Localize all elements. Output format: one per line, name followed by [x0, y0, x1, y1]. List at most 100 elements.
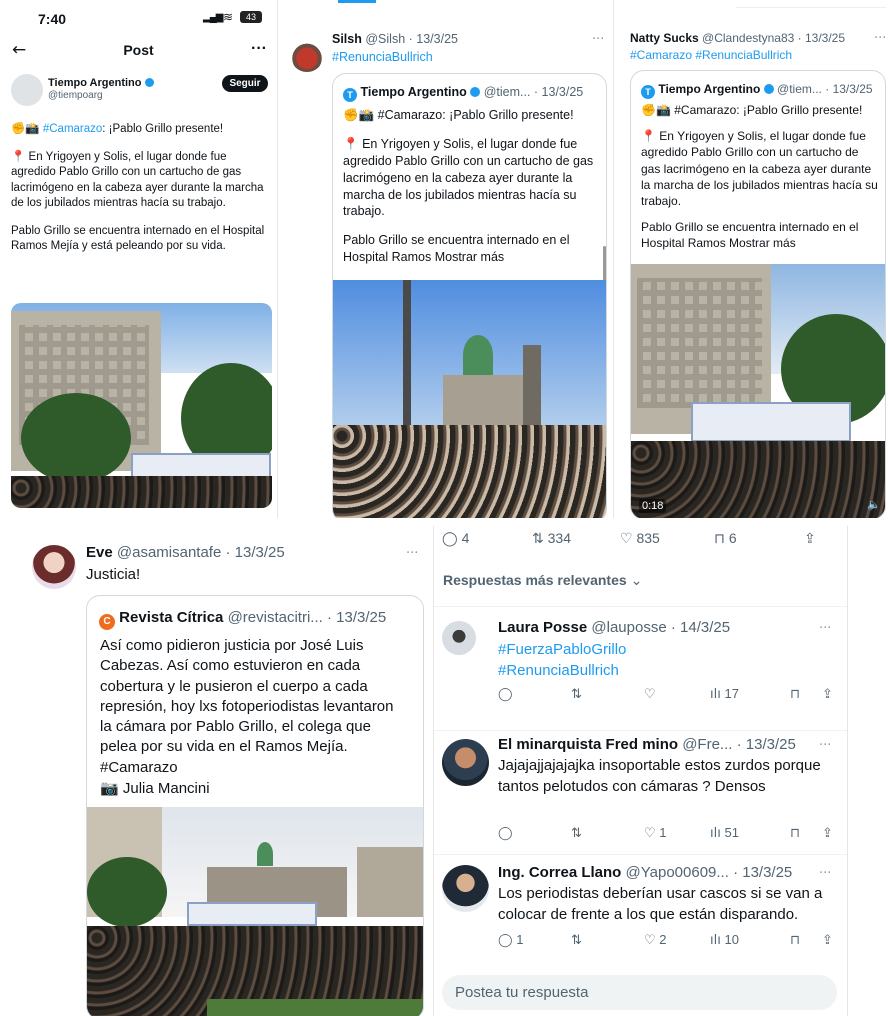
repost-action[interactable]: ⇅ 334	[532, 530, 620, 547]
avatar[interactable]	[290, 38, 324, 72]
avatar[interactable]	[442, 865, 489, 912]
like-icon: ♡	[620, 531, 633, 547]
reply-icon: ◯	[498, 687, 513, 702]
reply-button[interactable]: ◯	[498, 825, 571, 841]
quote-text: ✊📸 #Camarazo: ¡Pablo Grillo presente! 📍 …	[343, 107, 605, 266]
share-icon[interactable]: ⇪	[822, 826, 833, 841]
hashtag-renunciabullrich[interactable]: #RenunciaBullrich	[498, 660, 626, 681]
avatar[interactable]	[32, 545, 76, 589]
repost-button[interactable]: ⇅	[571, 686, 644, 702]
hashtag-camarazo[interactable]: #Camarazo	[43, 123, 102, 135]
hashtag-renunciabullrich[interactable]: #RenunciaBullrich	[332, 50, 433, 64]
more-dots-icon[interactable]: ···	[819, 738, 831, 753]
author-row: Natty Sucks @Clandestyna83 · 13/3/25	[630, 31, 845, 45]
post-date: · 13/3/25	[797, 31, 846, 45]
reply-author-name[interactable]: Ing. Correa Llano	[498, 864, 621, 881]
reply-author-name[interactable]: Laura Posse	[498, 619, 587, 636]
reply-item[interactable]: Ing. Correa Llano @Yapo00609... · 13/3/2…	[434, 855, 847, 973]
quote-photo[interactable]	[333, 280, 606, 518]
more-dots-icon[interactable]: ···	[874, 31, 886, 46]
bookmark-button[interactable]: ⊓	[790, 825, 822, 841]
post-text: ✊📸 #Camarazo: ¡Pablo Grillo presente! 📍 …	[11, 122, 273, 255]
views-button[interactable]: ılı 10	[710, 932, 790, 948]
hashtags[interactable]: #Camarazo #RenunciaBullrich	[630, 48, 792, 62]
bookmark-button[interactable]: ⊓	[790, 686, 822, 702]
like-button[interactable]: ♡ 1	[644, 825, 710, 841]
post-photo[interactable]	[11, 303, 272, 508]
reply-author-name[interactable]: El minarquista Fred mino	[498, 736, 678, 753]
quoted-tweet[interactable]: T Tiempo Argentino @tiem... · 13/3/25 ✊📸…	[630, 70, 886, 518]
reply-item[interactable]: El minarquista Fred mino @Fre... · 13/3/…	[434, 731, 847, 855]
avatar[interactable]	[442, 739, 489, 786]
repost-button[interactable]: ⇅	[571, 932, 644, 948]
reply-action[interactable]: ◯ 4	[442, 530, 532, 547]
quote-video[interactable]: 0:18 🔈	[631, 264, 885, 518]
eve-post: Eve @asamisantafe · 13/3/25 ··· Justicia…	[20, 533, 430, 1016]
views-count: 51	[724, 825, 739, 840]
like-button[interactable]: ♡	[644, 686, 710, 702]
natty-post: Natty Sucks @Clandestyna83 · 13/3/25 ···…	[616, 0, 888, 518]
author-name[interactable]: Eve	[86, 544, 113, 561]
repost-count: 334	[547, 530, 571, 546]
like-action[interactable]: ♡ 835	[620, 530, 714, 547]
hashtag-fuerzapablogrillo[interactable]: #FuerzaPabloGrillo	[498, 639, 626, 660]
share-icon[interactable]: ⇪	[822, 933, 833, 948]
avatar[interactable]	[11, 74, 43, 106]
author-row: Eve @asamisantafe · 13/3/25	[86, 544, 285, 561]
quote-author-row: C Revista Cítrica @revistacitri... · 13/…	[99, 609, 386, 630]
top-toolbar-partial	[736, 0, 886, 8]
like-count: 1	[659, 825, 667, 840]
follow-button[interactable]: Seguir	[222, 75, 268, 92]
photo-credit: 📷 Julia Mancini	[100, 779, 210, 797]
fist-icon: ✊📸	[11, 123, 40, 135]
reply-input[interactable]: Postea tu respuesta	[442, 975, 837, 1010]
replies-sort-dropdown[interactable]: Respuestas más relevantes ⌄	[443, 572, 642, 589]
wifi-icon: ≋	[223, 10, 234, 24]
views-button[interactable]: ılı 17	[710, 686, 790, 702]
tweet-para1: 📍 En Yrigoyen y Solis, el lugar donde fu…	[11, 150, 273, 212]
more-dots-icon[interactable]: ···	[819, 621, 831, 636]
author-name[interactable]: Silsh	[332, 32, 362, 46]
bookmark-icon: ⊓	[790, 826, 801, 841]
verified-badge-icon	[144, 78, 154, 87]
share-icon[interactable]: ⇪	[822, 687, 833, 702]
quote-photo[interactable]	[87, 807, 423, 1016]
tweet-line1: ✊📸 #Camarazo: ¡Pablo Grillo presente!	[11, 122, 273, 138]
like-button[interactable]: ♡ 2	[644, 932, 710, 948]
quote-text: Así como pidieron justicia por José Luis…	[100, 637, 394, 776]
repost-button[interactable]: ⇅	[571, 825, 644, 841]
post-date: · 13/3/25	[408, 32, 458, 46]
author-name[interactable]: Tiempo Argentino	[48, 77, 142, 89]
author-handle: @Clandestyna83	[702, 31, 795, 45]
quoted-tweet[interactable]: C Revista Cítrica @revistacitri... · 13/…	[86, 595, 424, 1016]
avatar[interactable]	[442, 621, 476, 655]
more-dots-icon[interactable]: ···	[592, 32, 604, 47]
silsh-post: Silsh @Silsh · 13/3/25 ··· #RenunciaBull…	[280, 0, 614, 518]
volume-icon[interactable]: 🔈	[867, 498, 881, 511]
bookmark-action[interactable]: ⊓ 6	[714, 530, 804, 547]
reply-item[interactable]: Laura Posse @lauposse · 14/3/25 ··· #Fue…	[434, 607, 847, 731]
more-dots-icon[interactable]: ···	[251, 40, 267, 58]
more-dots-icon[interactable]: ···	[406, 546, 418, 561]
like-icon: ♡	[644, 933, 656, 948]
reply-count: 4	[461, 530, 470, 546]
quoted-tweet[interactable]: T Tiempo Argentino @tiem... · 13/3/25 ✊📸…	[332, 73, 607, 518]
quote-author-handle: @tiem...	[483, 85, 531, 99]
bookmark-button[interactable]: ⊓	[790, 932, 822, 948]
quote-line1-text: #Camarazo: ¡Pablo Grillo presente!	[377, 108, 574, 122]
share-icon[interactable]: ⇪	[804, 531, 816, 547]
reply-button[interactable]: ◯ 1	[498, 932, 571, 948]
author-name[interactable]: Natty Sucks	[630, 31, 699, 45]
more-dots-icon[interactable]: ···	[819, 866, 831, 881]
author-row: Ing. Correa Llano @Yapo00609... · 13/3/2…	[498, 864, 792, 881]
reply-date: · 13/3/25	[736, 736, 796, 753]
quote-line1: ✊📸 #Camarazo: ¡Pablo Grillo presente!	[343, 107, 605, 124]
fist-icon: ✊📸	[343, 108, 375, 122]
quote-para1-text: En Yrigoyen y Solis, el lugar donde fue …	[641, 129, 878, 208]
views-button[interactable]: ılı 51	[710, 825, 790, 841]
quote-author-name: Tiempo Argentino	[360, 85, 467, 99]
reply-button[interactable]: ◯	[498, 686, 571, 702]
reply-text: Jajajajjajajajka insoportable estos zurd…	[498, 757, 821, 795]
post-date: · 13/3/25	[225, 544, 285, 561]
pin-icon: 📍	[11, 150, 26, 163]
